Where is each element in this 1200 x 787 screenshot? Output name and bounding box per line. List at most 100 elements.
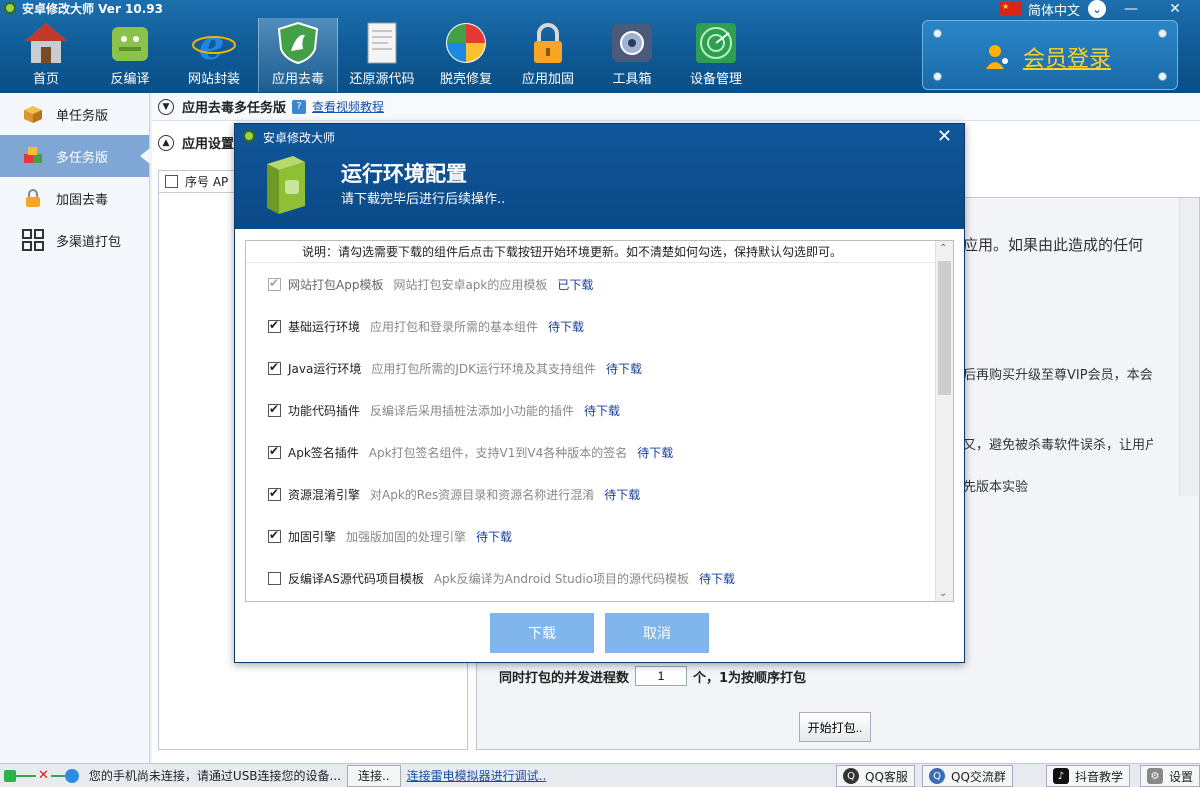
screw-icon: [1158, 29, 1167, 38]
grid-icon: [22, 229, 44, 251]
component-checkbox[interactable]: [268, 402, 281, 417]
concurrency-suffix: 个，1为按顺序打包: [693, 670, 807, 686]
scroll-down-chevron-icon[interactable]: ⌄: [939, 588, 947, 599]
qq-service-button[interactable]: Q QQ客服: [836, 765, 915, 787]
nav-restore-source[interactable]: 还原源代码: [342, 18, 422, 92]
dialog-header: 安卓修改大师 ✕ 运行环境配置 请下载完毕后进行后续操作..: [235, 124, 964, 229]
leidian-emulator-link[interactable]: 连接雷电模拟器进行调试..: [407, 767, 547, 784]
language-label: 简体中文: [1028, 3, 1081, 19]
connection-status-text: 您的手机尚未连接，请通过USB连接您的设备...: [88, 769, 341, 783]
sidebar-item-multi-channel[interactable]: 多渠道打包: [0, 219, 149, 261]
nav-decompile[interactable]: 反编译: [90, 18, 170, 92]
component-checkbox[interactable]: [268, 444, 281, 459]
sidebar-item-label: 加固去毒: [56, 192, 109, 208]
component-row[interactable]: 加固引擎 加强版加固的处理引擎 待下载: [268, 526, 512, 546]
page-title: 应用去毒多任务版: [182, 101, 287, 116]
douyin-tutorial-button[interactable]: ♪ 抖音教学: [1046, 765, 1131, 787]
connect-button[interactable]: 连接..: [346, 764, 401, 787]
app-title: 安卓修改大师 Ver 10.93: [22, 1, 164, 16]
language-area: 简体中文 ⌄: [1000, 0, 1107, 19]
minimize-button[interactable]: —: [1116, 0, 1146, 18]
concurrency-row: 同时打包的并发进程数 个，1为按顺序打包: [499, 666, 806, 686]
douyin-icon: ♪: [1053, 768, 1069, 784]
settings-scrollbar[interactable]: [1179, 198, 1199, 496]
android-icon: [106, 20, 154, 66]
settings-section-header[interactable]: ▲ 应用设置: [158, 133, 234, 152]
qq-penguin-icon: Q: [843, 768, 859, 784]
component-checkbox[interactable]: [268, 571, 281, 585]
component-status: 待下载: [606, 361, 643, 376]
select-all-checkbox[interactable]: [165, 175, 178, 188]
sidebar-item-single-task[interactable]: 单任务版: [0, 93, 149, 135]
nav-label: 设备管理: [689, 72, 742, 87]
notice-text: 应用。如果由此造成的任何: [963, 236, 1144, 254]
tutorial-link[interactable]: 查看视频教程: [312, 98, 384, 115]
nav-unpack-repair[interactable]: 脱壳修复: [426, 18, 506, 92]
radar-icon: [692, 20, 740, 66]
sidebar-item-harden-detox[interactable]: 加固去毒: [0, 177, 149, 219]
component-status: 待下载: [604, 487, 641, 502]
qq-group-button[interactable]: Q QQ交流群: [922, 765, 1013, 787]
member-login-panel[interactable]: 会员登录: [922, 20, 1178, 90]
help-icon: ?: [292, 99, 307, 114]
scroll-up-chevron-icon[interactable]: ⌃: [939, 243, 947, 254]
concurrency-input[interactable]: [635, 666, 688, 686]
download-button[interactable]: 下载: [490, 613, 594, 653]
component-status: 待下载: [548, 319, 585, 334]
nav-device-manage[interactable]: 设备管理: [676, 18, 756, 92]
component-checkbox[interactable]: [268, 486, 281, 501]
collapse-chevron-icon[interactable]: ▲: [158, 134, 174, 151]
component-checkbox[interactable]: [268, 276, 281, 291]
scrollbar-thumb[interactable]: [938, 261, 951, 395]
cancel-button[interactable]: 取消: [605, 613, 709, 653]
component-row[interactable]: 网站打包App模板 网站打包安卓apk的应用模板 已下载: [268, 274, 593, 294]
usb-icon: [4, 769, 16, 782]
nav-app-detox[interactable]: 应用去毒: [258, 18, 338, 92]
nav-label: 网站封装: [187, 72, 240, 87]
dialog-close-button[interactable]: ✕: [937, 126, 952, 147]
component-checkbox[interactable]: [268, 318, 281, 333]
component-row[interactable]: 基础运行环境 应用打包和登录所需的基本组件 待下载: [268, 316, 584, 336]
component-name: 功能代码插件: [288, 403, 361, 418]
component-name: 基础运行环境: [288, 319, 361, 334]
instruction-note: 说明：请勾选需要下载的组件后点击下载按钮开始环境更新。如不清楚如何勾选，保持默认…: [246, 241, 953, 263]
component-row[interactable]: 功能代码插件 反编译后采用插桩法添加小功能的插件 待下载: [268, 400, 620, 420]
settings-button[interactable]: ⚙ 设置: [1140, 765, 1200, 787]
component-desc: 应用打包所需的JDK运行环境及其支持组件: [371, 361, 597, 376]
gear-icon: ⚙: [1147, 768, 1163, 784]
member-login-link[interactable]: 会员登录: [1023, 41, 1111, 73]
component-row[interactable]: Java运行环境 应用打包所需的JDK运行环境及其支持组件 待下载: [268, 358, 642, 378]
component-row[interactable]: Apk签名插件 Apk打包签名组件，支持V1到V4各种版本的签名 待下载: [268, 442, 673, 462]
language-dropdown-chevron-icon[interactable]: ⌄: [1088, 0, 1107, 18]
component-checkbox[interactable]: [268, 528, 281, 543]
component-row[interactable]: 反编译AS源代码项目模板 Apk反编译为Android Studio项目的源代码…: [268, 568, 735, 588]
nav-web-wrap[interactable]: e 网站封装: [174, 18, 254, 92]
collapse-chevron-icon[interactable]: ▼: [158, 98, 174, 115]
component-row[interactable]: 资源混淆引擎 对Apk的Res资源目录和资源名称进行混淆 待下载: [268, 484, 640, 504]
screw-icon: [933, 72, 942, 81]
china-flag-icon: [1000, 2, 1022, 16]
screw-icon: [1158, 72, 1167, 81]
component-list: 说明：请勾选需要下载的组件后点击下载按钮开始环境更新。如不清楚如何勾选，保持默认…: [245, 240, 954, 602]
component-list-scrollbar[interactable]: ⌃ ⌄: [935, 241, 953, 601]
component-name: 反编译AS源代码项目模板: [288, 571, 424, 586]
start-pack-button[interactable]: 开始打包..: [799, 712, 871, 742]
nav-label: 应用去毒: [271, 72, 324, 87]
dialog-subtitle: 请下载完毕后进行后续操作..: [341, 192, 506, 207]
qq-group-icon: Q: [929, 768, 945, 784]
nav-home[interactable]: 首页: [6, 18, 86, 92]
box-icon: [22, 103, 44, 125]
component-desc: 对Apk的Res资源目录和资源名称进行混淆: [370, 487, 595, 502]
component-status: 待下载: [699, 571, 736, 586]
nav-app-harden[interactable]: 应用加固: [508, 18, 588, 92]
sidebar-item-multi-task[interactable]: 多任务版: [0, 135, 150, 177]
toolbox-icon: [608, 20, 656, 66]
component-checkbox[interactable]: [268, 360, 281, 375]
nav-toolbox[interactable]: 工具箱: [592, 18, 672, 92]
component-status: 待下载: [637, 445, 674, 460]
qq-service-label: QQ客服: [865, 769, 908, 784]
component-status: 待下载: [476, 529, 513, 544]
connection-line: [16, 774, 36, 777]
table-header-label: 序号 AP: [185, 175, 229, 189]
close-window-button[interactable]: ✕: [1160, 0, 1190, 18]
